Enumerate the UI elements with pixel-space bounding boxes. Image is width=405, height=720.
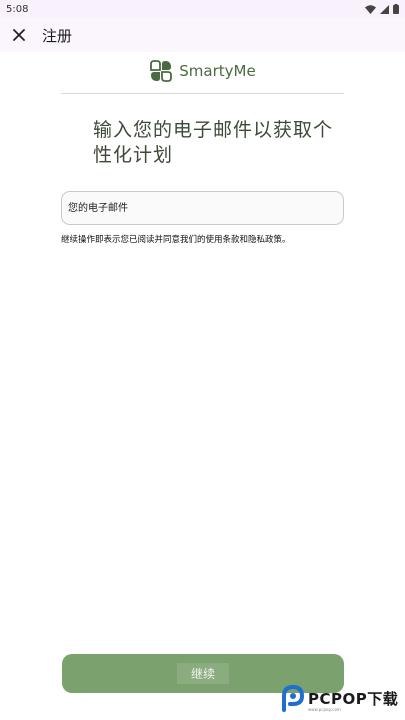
watermark-subtext: www.pcpop.com — [308, 707, 341, 712]
page-title: 注册 — [42, 26, 73, 45]
continue-button-label: 继续 — [176, 663, 229, 684]
headline: 输入您的电子邮件以获取个性化计划 — [93, 119, 334, 166]
status-icons — [365, 4, 399, 14]
pcpop-logo-icon — [282, 684, 305, 712]
brand-logo: SmartyMe — [0, 58, 405, 84]
watermark: PCPOP下载 www.pcpop.com — [280, 683, 402, 713]
watermark-text: PCPOP下载 — [308, 689, 399, 708]
close-icon — [13, 29, 25, 41]
status-bar: 5:08 — [0, 0, 405, 18]
header-divider — [61, 93, 344, 94]
app-bar: 注册 — [0, 18, 405, 52]
email-field[interactable] — [61, 191, 344, 225]
close-button[interactable] — [0, 18, 38, 52]
battery-icon — [393, 4, 399, 14]
wifi-icon — [365, 4, 376, 14]
status-time: 5:08 — [6, 3, 29, 15]
clover-logo-icon — [150, 60, 173, 82]
logo-text: SmartyMe — [179, 62, 256, 80]
terms-text: 继续操作即表示您已阅读并同意我们的使用条款和隐私政策。 — [61, 235, 291, 245]
signal-icon — [380, 4, 389, 14]
